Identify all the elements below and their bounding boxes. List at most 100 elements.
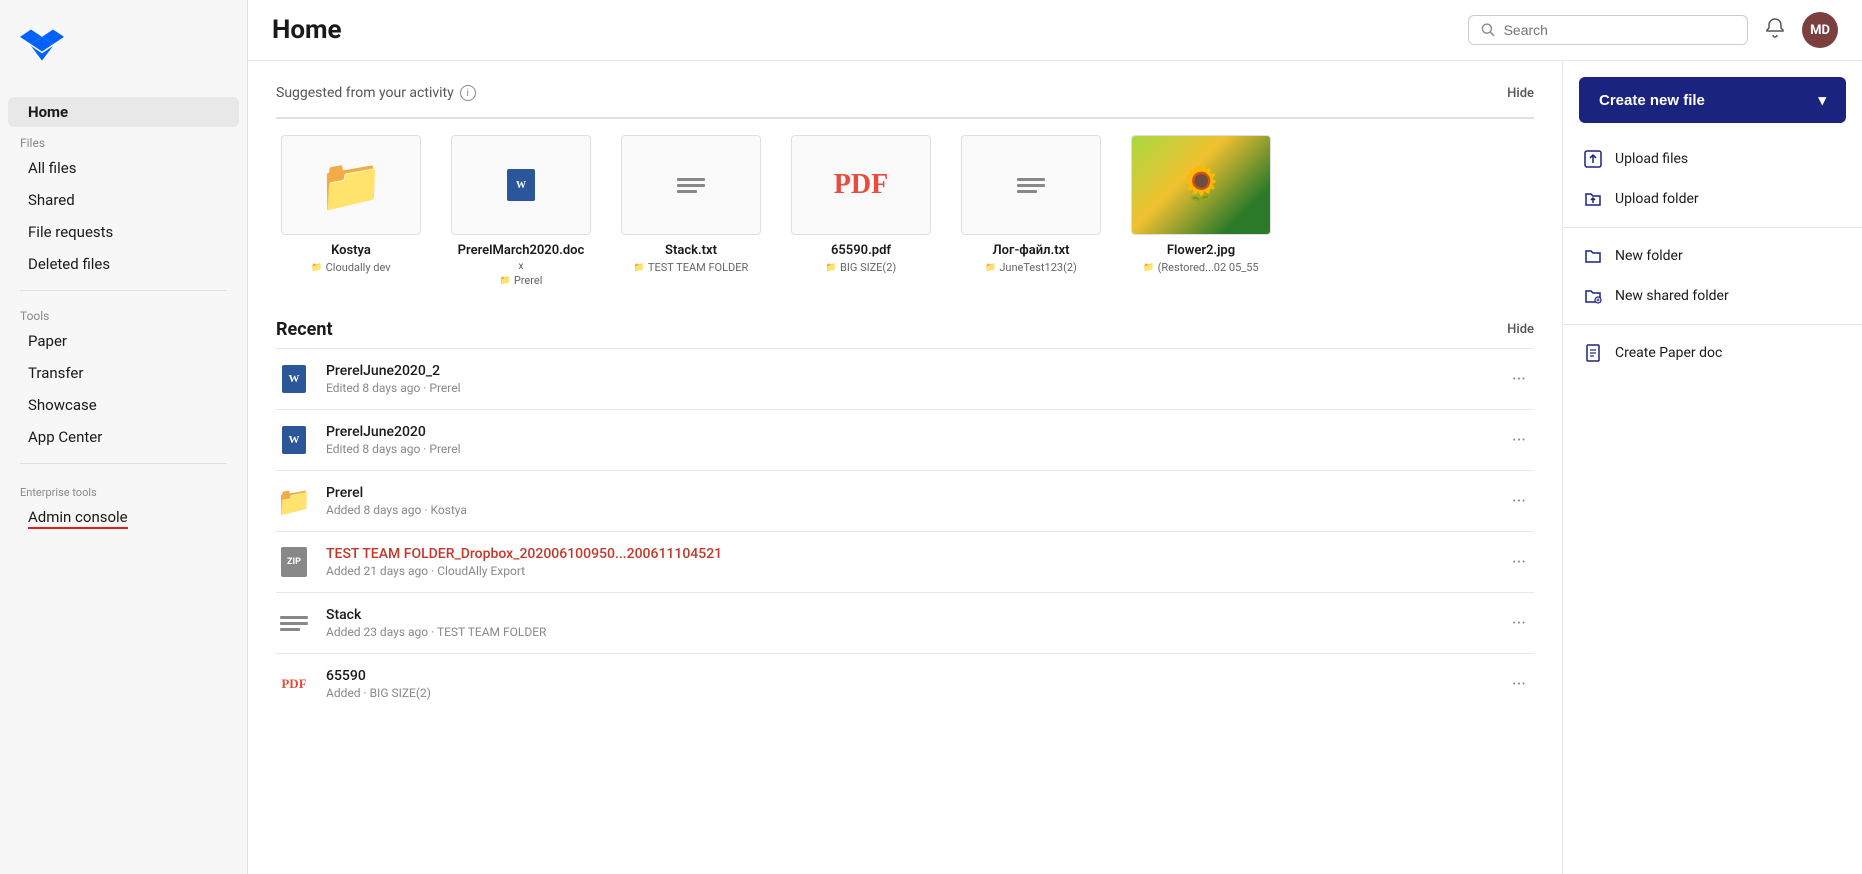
suggested-title-text: Suggested from your activity — [276, 85, 454, 101]
create-paper-doc-label: Create Paper doc — [1615, 345, 1722, 361]
recent-item-icon: PDF — [276, 666, 312, 702]
location-text: Cloudally dev — [326, 261, 391, 274]
new-shared-folder-item[interactable]: New shared folder — [1563, 276, 1862, 316]
recent-item-icon: 📁 — [276, 483, 312, 519]
suggested-file-kostya[interactable]: 📁 Kostya 📁 Cloudally dev — [276, 135, 426, 287]
topbar: Home MD — [248, 0, 1862, 61]
upload-folder-label: Upload folder — [1615, 191, 1699, 207]
sidebar: Home Files All files Shared File request… — [0, 0, 248, 874]
folder-icon: 📁 — [277, 485, 312, 518]
recent-item-more-button[interactable]: ··· — [1504, 369, 1534, 390]
recent-title: Recent — [276, 319, 333, 340]
sidebar-deleted-files-item[interactable]: Deleted files — [8, 249, 239, 279]
folder-dot: 📁 — [500, 276, 511, 286]
suggested-hide-button[interactable]: Hide — [1507, 86, 1534, 101]
notification-bell-icon[interactable] — [1764, 17, 1786, 44]
recent-list: W PrerelJune2020_2 Edited 8 days ago · P… — [276, 348, 1534, 714]
create-paper-doc-item[interactable]: Create Paper doc — [1563, 333, 1862, 373]
recent-item-prerel-june2[interactable]: W PrerelJune2020_2 Edited 8 days ago · P… — [276, 348, 1534, 409]
file-card-location: 📁 Cloudally dev — [311, 261, 390, 274]
topbar-right: MD — [1468, 12, 1838, 48]
file-card-name: 65590.pdf — [831, 243, 891, 258]
new-shared-folder-label: New shared folder — [1615, 288, 1729, 304]
recent-item-more-button[interactable]: ··· — [1504, 552, 1534, 573]
sidebar-all-files-item[interactable]: All files — [8, 153, 239, 183]
file-card-location: 📁 Prerel — [500, 274, 543, 287]
recent-item-meta: Added 23 days ago · TEST TEAM FOLDER — [326, 625, 1504, 639]
pdf-icon: PDF — [281, 676, 306, 692]
recent-item-name: 65590 — [326, 668, 1504, 684]
sidebar-paper-item[interactable]: Paper — [8, 326, 239, 356]
recent-item-name: Stack — [326, 607, 1504, 623]
file-icon-wrapper — [961, 135, 1101, 235]
recent-item-name: PrerelJune2020 — [326, 424, 1504, 440]
sidebar-item-label: All files — [28, 159, 76, 177]
sidebar-showcase-item[interactable]: Showcase — [8, 390, 239, 420]
suggested-file-stack[interactable]: Stack.txt 📁 TEST TEAM FOLDER — [616, 135, 766, 287]
file-card-location: 📁 (Restored...02 05_55 — [1143, 261, 1258, 274]
files-section-label: Files — [0, 128, 247, 152]
recent-hide-button[interactable]: Hide — [1507, 322, 1534, 337]
sidebar-item-label: App Center — [28, 428, 102, 446]
recent-item-meta: Edited 8 days ago · Prerel — [326, 381, 1504, 395]
recent-item-stack[interactable]: Stack Added 23 days ago · TEST TEAM FOLD… — [276, 592, 1534, 653]
upload-files-label: Upload files — [1615, 151, 1688, 167]
recent-item-more-button[interactable]: ··· — [1504, 430, 1534, 451]
sidebar-item-label: Showcase — [28, 396, 97, 414]
recent-item-name: PrerelJune2020_2 — [326, 363, 1504, 379]
sidebar-admin-console-item[interactable]: Admin console — [8, 502, 239, 535]
upload-folder-item[interactable]: Upload folder — [1563, 179, 1862, 219]
file-card-name: Kostya — [331, 243, 371, 258]
flower-image: 🌻 — [1132, 135, 1270, 235]
recent-item-name: Prerel — [326, 485, 1504, 501]
dropdown-divider-2 — [1563, 324, 1862, 325]
recent-item-info: PrerelJune2020 Edited 8 days ago · Prere… — [326, 424, 1504, 456]
sidebar-file-requests-item[interactable]: File requests — [8, 217, 239, 247]
txt-lines-icon-2 — [1017, 178, 1045, 193]
recent-item-prerel-june[interactable]: W PrerelJune2020 Edited 8 days ago · Pre… — [276, 409, 1534, 470]
folder-dot: 📁 — [1143, 263, 1154, 273]
txt-lines-icon — [677, 178, 705, 193]
file-card-suffix: x — [519, 261, 524, 272]
recent-header: Recent Hide — [276, 319, 1534, 340]
paper-doc-icon — [1583, 343, 1603, 363]
file-icon-wrapper: PDF — [791, 135, 931, 235]
sidebar-shared-item[interactable]: Shared — [8, 185, 239, 215]
suggested-info-icon[interactable]: i — [460, 85, 476, 101]
suggested-file-65590[interactable]: PDF 65590.pdf 📁 BIG SIZE(2) — [786, 135, 936, 287]
suggested-title: Suggested from your activity i — [276, 85, 476, 101]
recent-item-test-team-zip[interactable]: ZIP TEST TEAM FOLDER_Dropbox_20200610095… — [276, 531, 1534, 592]
upload-files-item[interactable]: Upload files — [1563, 139, 1862, 179]
file-card-name: Stack.txt — [665, 243, 717, 258]
word-icon: W — [282, 365, 306, 393]
file-card-name: Flower2.jpg — [1167, 243, 1235, 258]
sidebar-app-center-item[interactable]: App Center — [8, 422, 239, 452]
recent-item-more-button[interactable]: ··· — [1504, 613, 1534, 634]
sidebar-item-label: Deleted files — [28, 255, 110, 273]
recent-item-info: Stack Added 23 days ago · TEST TEAM FOLD… — [326, 607, 1504, 639]
recent-item-meta: Added 8 days ago · Kostya — [326, 503, 1504, 517]
sidebar-home-item[interactable]: Home — [8, 97, 239, 127]
recent-item-more-button[interactable]: ··· — [1504, 491, 1534, 512]
sidebar-transfer-item[interactable]: Transfer — [8, 358, 239, 388]
user-avatar[interactable]: MD — [1802, 12, 1838, 48]
word-icon: W — [282, 426, 306, 454]
zip-icon: ZIP — [281, 547, 307, 577]
suggested-file-log[interactable]: Лог-файл.txt 📁 JuneTest123(2) — [956, 135, 1106, 287]
sidebar-item-label: Paper — [28, 332, 67, 350]
folder-dot: 📁 — [634, 263, 645, 273]
recent-item-more-button[interactable]: ··· — [1504, 674, 1534, 695]
recent-item-65590[interactable]: PDF 65590 Added · BIG SIZE(2) ··· — [276, 653, 1534, 714]
recent-item-icon: ZIP — [276, 544, 312, 580]
tools-section-label: Tools — [0, 301, 247, 325]
search-box[interactable] — [1468, 15, 1748, 45]
suggested-file-prerel-march[interactable]: W PrerelMarch2020.doc x 📁 Prerel — [446, 135, 596, 287]
sidebar-item-label: File requests — [28, 223, 113, 241]
new-folder-item[interactable]: New folder — [1563, 236, 1862, 276]
folder-dot: 📁 — [311, 263, 322, 273]
create-new-file-button[interactable]: Create new file ▾ — [1579, 77, 1846, 123]
search-input[interactable] — [1504, 22, 1735, 38]
file-icon-wrapper: W — [451, 135, 591, 235]
recent-item-prerel-folder[interactable]: 📁 Prerel Added 8 days ago · Kostya ··· — [276, 470, 1534, 531]
suggested-file-flower[interactable]: 🌻 Flower2.jpg 📁 (Restored...02 05_55 — [1126, 135, 1276, 287]
